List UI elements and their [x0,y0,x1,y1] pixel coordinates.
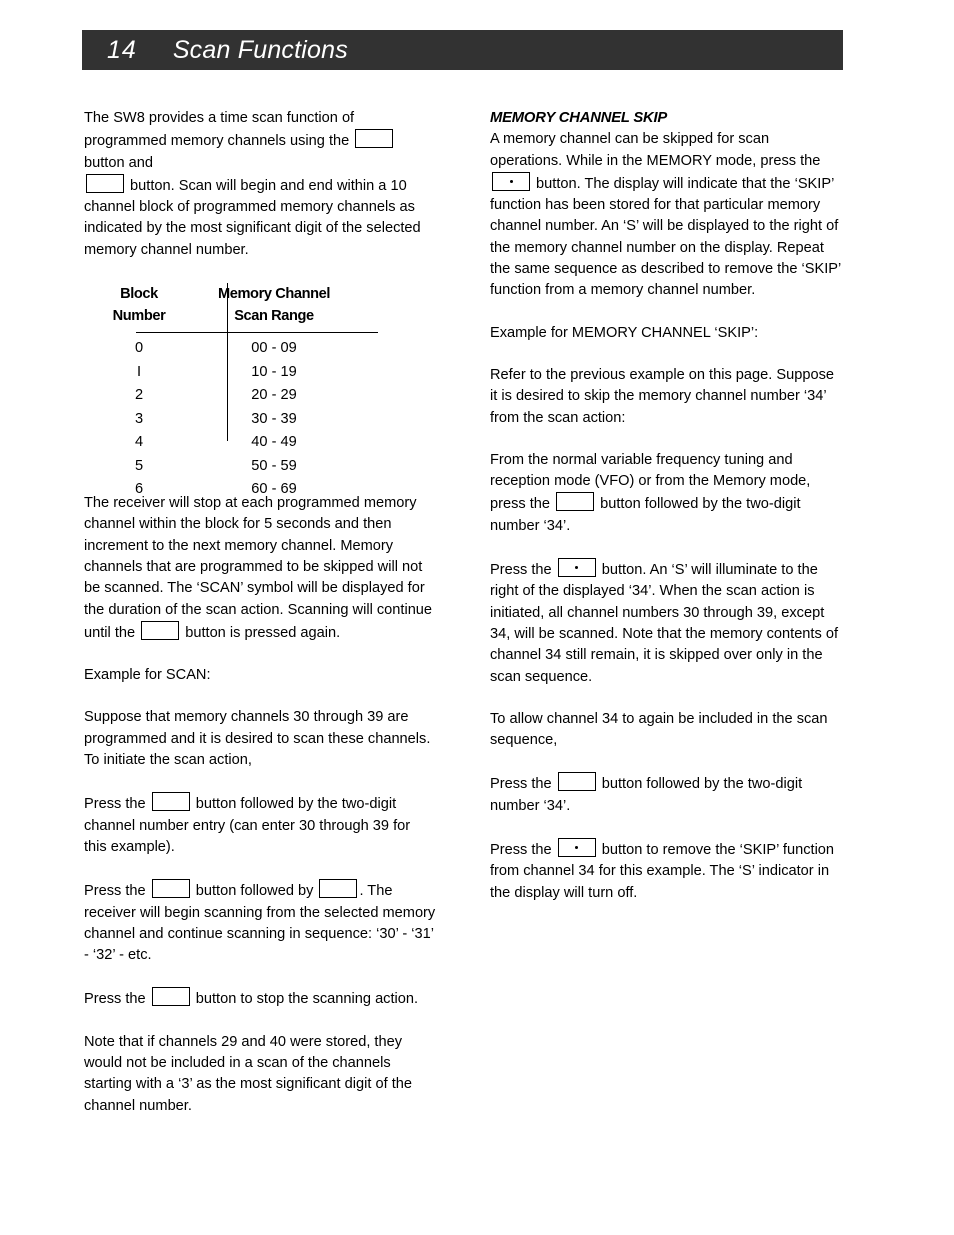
skip-intro-paragraph: A memory channel can be skipped for scan… [490,129,842,301]
press-skip-part2: button. An ‘S’ will illuminate to the ri… [490,562,839,685]
press-followed-part2: button followed by [191,883,318,900]
table-cell-range: 40 - 49 [251,434,297,451]
skip-intro-part1: A memory channel can be skipped for scan… [490,131,821,169]
memory-button-graphic [556,492,595,512]
scan-button-graphic [141,620,180,640]
table-cell-range: 20 - 29 [251,387,297,404]
table-header-block: Block Number [84,283,194,327]
table-row: 5 50 - 59 [84,455,436,479]
press-followed-part1: Press the [84,883,150,900]
press-remove-part1: Press the [490,842,556,859]
table-header-block-line1: Block [120,286,158,303]
receiver-text-part1: The receiver will stop at each programme… [84,495,433,641]
table-cell-range: 60 - 69 [251,481,297,498]
intro-paragraph: The SW8 provides a time scan function of… [84,108,436,261]
intro-text-part1: The SW8 provides a time scan function of… [84,110,355,150]
table-header-range-line2: Scan Range [234,308,314,325]
table-cell-block: 5 [134,457,144,474]
receiver-text-part2: button is pressed again. [181,624,341,641]
intro-text-part2: button and [84,154,153,171]
press-mem-paragraph: Press the button followed by the two-dig… [490,772,842,817]
table-header-rule [136,332,378,334]
press-followed-paragraph: Press the button followed by . The recei… [84,879,436,966]
scan-button-graphic [355,129,394,149]
table-row: 3 30 - 39 [84,408,436,432]
page-header-bar: 14 Scan Functions [82,30,843,70]
vfo-paragraph: From the normal variable frequency tunin… [490,450,842,537]
skip-dot-button-graphic [492,171,530,191]
receiver-paragraph: The receiver will stop at each programme… [84,493,436,644]
table-cell-block: 6 [134,481,144,498]
table-cell-range: 00 - 09 [251,340,297,357]
allow-paragraph: To allow channel 34 to again be included… [490,710,828,749]
intro-text-part3: button. Scan will begin and end within a… [84,177,421,258]
note-paragraph: Note that if channels 29 and 40 were sto… [84,1033,412,1114]
skip-intro-part2: button. The display will indicate that t… [490,175,841,299]
table-header-range: Memory Channel Scan Range [194,283,354,327]
memory-button-graphic [151,792,190,812]
scan-button-graphic [151,987,190,1007]
table-cell-block: I [136,363,142,380]
memory-button-graphic [151,879,190,899]
skip-dot-button-graphic [557,838,596,858]
press-mem-part1: Press the [490,776,556,793]
scan-button-graphic [319,879,358,899]
table-header-block-line2: Number [112,308,166,325]
press-skip-part1: Press the [490,562,556,579]
press-stop-part2: button to stop the scanning action. [191,991,419,1008]
press-stop-part1: Press the [84,991,150,1008]
refer-paragraph: Refer to the previous example on this pa… [490,366,834,426]
memory-channel-skip-heading: MEMORY CHANNEL SKIP [490,110,668,126]
example-scan-heading: Example for SCAN: [84,667,211,684]
table-row: 6 60 - 69 [84,478,436,502]
table-body: 0 00 - 09 I 10 - 19 2 20 - 29 3 30 - 39 4 40 … [84,337,436,502]
press-scan-part1: Press the [84,796,150,813]
press-scan-paragraph: Press the button followed by the two-dig… [84,792,436,858]
press-skip-paragraph: Press the button. An ‘S’ will illuminate… [490,558,842,688]
example-skip-heading: Example for MEMORY CHANNEL ‘SKIP’: [490,324,759,341]
table-row: 0 00 - 09 [84,337,436,361]
scan-range-table: Block Number Memory Channel Scan Range 0… [84,283,436,497]
table-row: 4 40 - 49 [84,431,436,455]
press-remove-paragraph: Press the button to remove the ‘SKIP’ fu… [490,838,842,904]
table-row: I 10 - 19 [84,361,436,385]
skip-dot-button-graphic [557,558,596,578]
suppose-paragraph: Suppose that memory channels 30 through … [84,709,431,769]
right-column: MEMORY CHANNEL SKIP A memory channel can… [490,108,842,925]
table-cell-block: 2 [134,387,144,404]
table-cell-range: 50 - 59 [251,457,297,474]
table-cell-block: 4 [134,434,144,451]
page-title: Scan Functions [172,35,348,64]
table-cell-block: 0 [134,340,144,357]
table-row: 2 20 - 29 [84,384,436,408]
memory-button-graphic [86,173,124,193]
table-header-range-line1: Memory Channel [218,286,330,303]
press-stop-paragraph: Press the button to stop the scanning ac… [84,987,436,1010]
table-cell-range: 10 - 19 [251,363,297,380]
table-cell-block: 3 [134,410,144,427]
table-cell-range: 30 - 39 [251,410,297,427]
page-number: 14 [107,35,137,64]
memory-button-graphic [557,772,596,792]
table-header-row: Block Number Memory Channel Scan Range [84,283,436,327]
left-column: The SW8 provides a time scan function of… [84,108,436,1138]
